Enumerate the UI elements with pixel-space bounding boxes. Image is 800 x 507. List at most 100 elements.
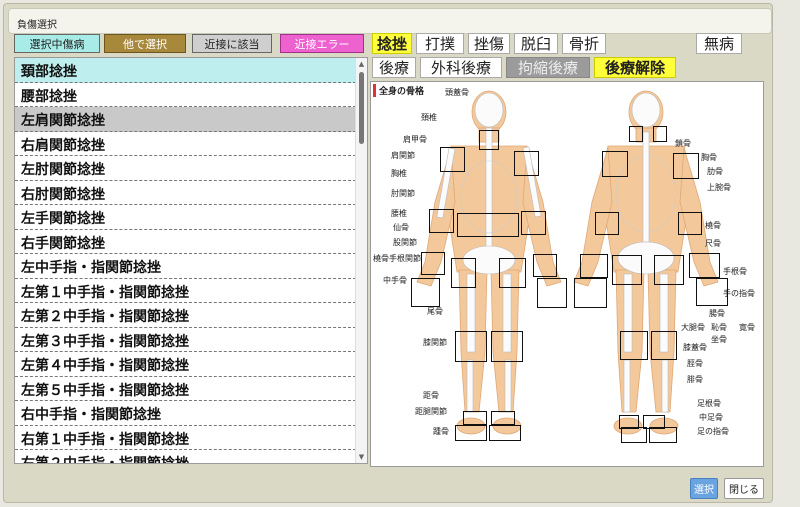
region-right-hip-back[interactable] bbox=[612, 255, 642, 285]
list-item[interactable]: 左第１中手指・指関節捻挫 bbox=[15, 279, 356, 303]
label-talus: 距骨 bbox=[423, 391, 439, 400]
category-strain-button[interactable]: 挫傷 bbox=[468, 33, 510, 54]
label-radiocarpal-joint: 橈骨手根関節 bbox=[373, 254, 421, 263]
region-left-knee-front[interactable] bbox=[491, 331, 523, 362]
list-item[interactable]: 左肩関節捻挫 bbox=[15, 107, 356, 132]
region-right-hand-back[interactable] bbox=[574, 278, 607, 308]
near-error-button[interactable]: 近接エラー bbox=[280, 34, 364, 53]
label-femur: 大腿骨 bbox=[681, 323, 705, 332]
list-item[interactable]: 左手関節捻挫 bbox=[15, 205, 356, 230]
region-left-hand-front[interactable] bbox=[537, 278, 567, 308]
label-hip-bone: 寛骨 bbox=[739, 323, 755, 332]
region-right-hand-front[interactable] bbox=[411, 278, 440, 307]
back-bones bbox=[615, 92, 677, 413]
list-item[interactable]: 右手関節捻挫 bbox=[15, 230, 356, 254]
aftercare-release-button[interactable]: 後療解除 bbox=[594, 57, 676, 78]
list-item[interactable]: 右中手指・指関節捻挫 bbox=[15, 401, 356, 426]
selected-injury-button[interactable]: 選択中傷病 bbox=[14, 34, 100, 53]
region-right-clavicle-back[interactable] bbox=[629, 126, 643, 142]
region-left-foot-front[interactable] bbox=[489, 425, 521, 441]
region-left-foot-back[interactable] bbox=[649, 427, 677, 443]
injury-list[interactable]: 頚部捻挫 腰部捻挫 左肩関節捻挫 右肩関節捻挫 左肘関節捻挫 右肘関節捻挫 左手関節捻挫 右手… bbox=[14, 57, 368, 464]
label-sacrum: 仙骨 bbox=[393, 223, 409, 232]
list-item[interactable]: 左肘関節捻挫 bbox=[15, 156, 356, 181]
region-left-knee-back[interactable] bbox=[651, 331, 677, 360]
category-sprain-button[interactable]: 捻挫 bbox=[372, 33, 412, 54]
region-left-wrist-front[interactable] bbox=[533, 254, 557, 277]
region-right-foot-back[interactable] bbox=[621, 427, 647, 443]
close-button[interactable]: 閉じる bbox=[724, 478, 764, 499]
list-scrollbar[interactable]: ▲ ▼ bbox=[355, 58, 367, 463]
no-disease-button[interactable]: 無病 bbox=[696, 33, 742, 54]
region-left-hip-back[interactable] bbox=[654, 255, 684, 285]
list-item[interactable]: 左第４中手指・指関節捻挫 bbox=[15, 352, 356, 377]
label-thoracic-spine: 胸椎 bbox=[391, 169, 407, 178]
list-item[interactable]: 左第３中手指・指関節捻挫 bbox=[15, 328, 356, 352]
label-scapula: 肩甲骨 bbox=[403, 135, 427, 144]
injury-list-items: 頚部捻挫 腰部捻挫 左肩関節捻挫 右肩関節捻挫 左肘関節捻挫 右肘関節捻挫 左手関節捻挫 右手… bbox=[15, 58, 356, 463]
other-select-button[interactable]: 他で選択 bbox=[104, 34, 186, 53]
region-right-shoulder-back[interactable] bbox=[602, 151, 628, 177]
label-carpal: 手根骨 bbox=[723, 267, 747, 276]
region-neck-front[interactable] bbox=[479, 130, 499, 150]
label-knee-joint: 膝関節 bbox=[423, 338, 447, 347]
label-skull: 頭蓋骨 bbox=[445, 88, 469, 97]
list-item[interactable]: 左第５中手指・指関節捻挫 bbox=[15, 377, 356, 401]
region-right-knee-front[interactable] bbox=[455, 331, 487, 362]
label-pubis: 恥骨 bbox=[711, 323, 727, 332]
category-fracture-button[interactable]: 骨折 bbox=[562, 33, 606, 54]
region-right-hip-front[interactable] bbox=[451, 258, 476, 288]
label-calcaneus: 踵骨 bbox=[433, 427, 449, 436]
region-left-elbow-front[interactable] bbox=[521, 211, 546, 235]
region-right-foot-front[interactable] bbox=[455, 425, 487, 441]
label-shoulder-joint: 肩関節 bbox=[391, 151, 415, 160]
label-fibula: 腓骨 bbox=[687, 375, 703, 384]
region-right-knee-back[interactable] bbox=[620, 331, 648, 360]
region-right-elbow-back[interactable] bbox=[595, 212, 619, 235]
list-item[interactable]: 左中手指・指関節捻挫 bbox=[15, 254, 356, 279]
surgical-aftercare-button[interactable]: 外科後療 bbox=[420, 57, 502, 78]
label-clavicle: 鎖骨 bbox=[675, 139, 691, 148]
scroll-down-arrow-icon[interactable]: ▼ bbox=[356, 452, 367, 462]
list-item[interactable]: 頚部捻挫 bbox=[15, 58, 356, 83]
region-left-shoulder-back[interactable] bbox=[673, 153, 699, 179]
label-radius: 橈骨 bbox=[705, 221, 721, 230]
list-item[interactable]: 右肘関節捻挫 bbox=[15, 181, 356, 205]
category-dislocation-button[interactable]: 脱臼 bbox=[514, 33, 558, 54]
region-left-wrist-back[interactable] bbox=[689, 253, 720, 278]
label-ilium: 腸骨 bbox=[709, 309, 725, 318]
list-item[interactable]: 右肩関節捻挫 bbox=[15, 132, 356, 156]
label-sternum: 胸骨 bbox=[701, 153, 717, 162]
label-coccyx: 尾骨 bbox=[427, 307, 443, 316]
category-bruise-button[interactable]: 打撲 bbox=[416, 33, 464, 54]
label-ribs: 肋骨 bbox=[707, 167, 723, 176]
scroll-up-arrow-icon[interactable]: ▲ bbox=[356, 59, 367, 69]
region-left-ankle-front[interactable] bbox=[491, 411, 515, 425]
region-left-hip-front[interactable] bbox=[499, 258, 526, 288]
region-left-shoulder-front[interactable] bbox=[514, 151, 539, 176]
label-metatarsal: 中足骨 bbox=[699, 413, 723, 422]
region-left-hand-back[interactable] bbox=[696, 278, 728, 306]
region-right-wrist-front[interactable] bbox=[421, 252, 445, 275]
region-right-ankle-front[interactable] bbox=[463, 411, 487, 425]
region-right-shoulder-front[interactable] bbox=[440, 147, 465, 172]
dialog-title: 負傷選択 bbox=[8, 8, 772, 34]
region-right-wrist-back[interactable] bbox=[580, 254, 608, 278]
contracture-aftercare-button[interactable]: 拘縮後療 bbox=[506, 57, 590, 78]
near-match-button[interactable]: 近接に該当 bbox=[192, 34, 272, 53]
label-ischium: 坐骨 bbox=[711, 335, 727, 344]
label-toe-bones: 足の指骨 bbox=[697, 427, 729, 436]
list-item[interactable]: 腰部捻挫 bbox=[15, 83, 356, 107]
region-lumbar-front[interactable] bbox=[457, 213, 519, 237]
region-right-elbow-front[interactable] bbox=[429, 209, 454, 233]
label-elbow-joint: 肘関節 bbox=[391, 189, 415, 198]
list-item[interactable]: 左第２中手指・指関節捻挫 bbox=[15, 303, 356, 328]
scroll-thumb[interactable] bbox=[359, 72, 364, 144]
label-metacarpal: 中手骨 bbox=[383, 276, 407, 285]
list-item[interactable]: 右第１中手指・指関節捻挫 bbox=[15, 426, 356, 450]
list-item[interactable]: 右第２中手指・指関節捻挫 bbox=[15, 450, 356, 463]
region-left-elbow-back[interactable] bbox=[678, 212, 702, 235]
aftercare-button[interactable]: 後療 bbox=[372, 57, 416, 78]
select-button[interactable]: 選択 bbox=[690, 478, 718, 499]
region-left-clavicle-back[interactable] bbox=[653, 126, 667, 142]
